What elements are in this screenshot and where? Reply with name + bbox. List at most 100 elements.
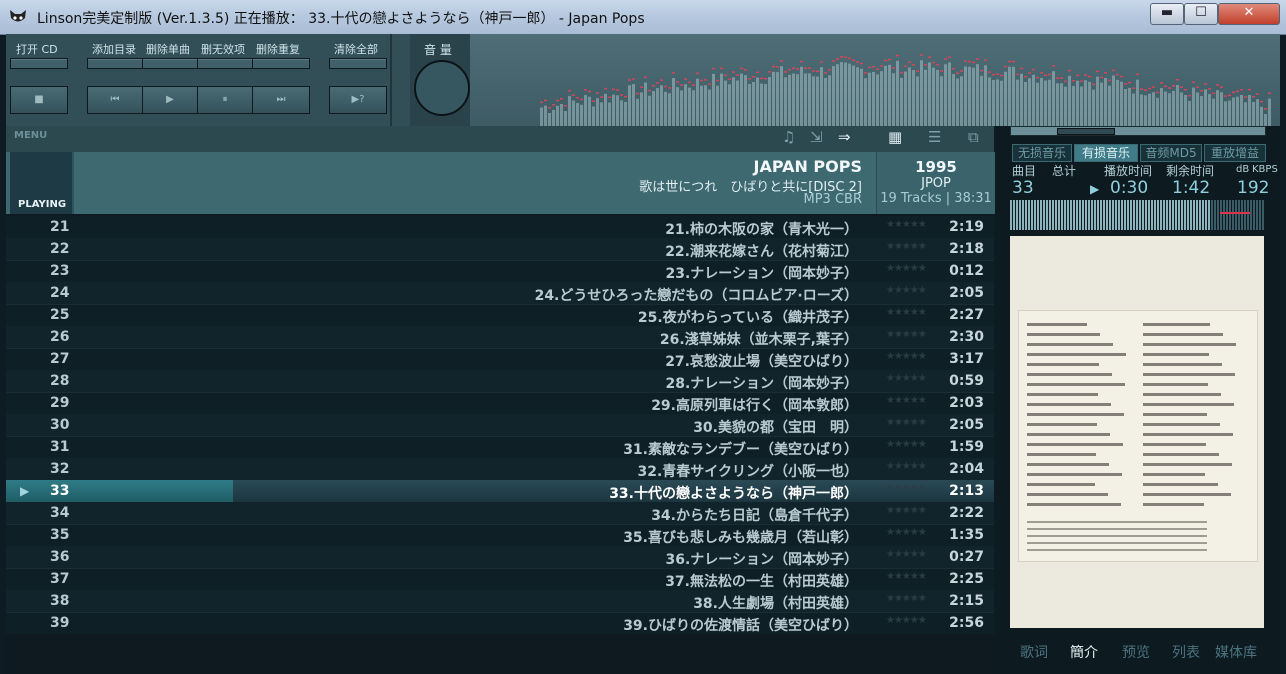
seek-thumb[interactable] bbox=[1057, 128, 1115, 135]
rating-stars-icon[interactable]: ★★★★★ bbox=[886, 483, 927, 494]
window-mode-icon[interactable]: ⧉ bbox=[968, 128, 979, 146]
table-row[interactable]: 29 29.高原列車は行く（岡本敦郎） ★★★★★ 2:03 bbox=[6, 392, 994, 415]
del-invalid-button[interactable] bbox=[197, 58, 253, 69]
cover-text-line bbox=[1027, 373, 1112, 376]
table-row[interactable]: 38 38.人生劇場（村田英雄） ★★★★★ 2:15 bbox=[6, 590, 994, 613]
tab-library[interactable]: 媒体库 bbox=[1215, 642, 1257, 662]
rating-stars-icon[interactable]: ★★★★★ bbox=[886, 571, 927, 582]
spectrum-peak bbox=[1216, 84, 1219, 86]
menu-tab[interactable]: MENU bbox=[14, 130, 47, 141]
clear-all-button[interactable] bbox=[329, 58, 387, 69]
table-row[interactable]: 28 28.ナレーション（岡本妙子） ★★★★★ 0:59 bbox=[6, 370, 994, 393]
table-row[interactable]: 26 26.淺草姊妹（並木栗子,葉子） ★★★★★ 2:30 bbox=[6, 326, 994, 349]
sequential-mode-icon[interactable]: ⇒ bbox=[838, 128, 851, 146]
minimize-button[interactable]: ▬ bbox=[1150, 3, 1184, 25]
tab-md5[interactable]: 音频MD5 bbox=[1140, 144, 1202, 162]
tab-preview[interactable]: 预览 bbox=[1122, 642, 1150, 662]
cover-text-line bbox=[1143, 323, 1210, 326]
close-button[interactable]: ✕ bbox=[1218, 3, 1280, 25]
spectrum-peak bbox=[1084, 74, 1087, 76]
meter-segment bbox=[1025, 200, 1027, 230]
spectrum-bar bbox=[820, 67, 823, 126]
rating-stars-icon[interactable]: ★★★★★ bbox=[886, 307, 927, 318]
prev-button[interactable]: ⏮ bbox=[87, 86, 143, 114]
track-number: 35 bbox=[50, 527, 70, 543]
spectrum-peak bbox=[1224, 95, 1227, 97]
table-row[interactable]: 23 23.ナレーション（岡本妙子） ★★★★★ 0:12 bbox=[6, 260, 994, 283]
spectrum-bar bbox=[972, 67, 975, 126]
table-row[interactable]: 36 36.ナレーション（岡本妙子） ★★★★★ 0:27 bbox=[6, 546, 994, 569]
rating-stars-icon[interactable]: ★★★★★ bbox=[886, 549, 927, 560]
table-row[interactable]: 34 34.からたち日記（島倉千代子） ★★★★★ 2:22 bbox=[6, 502, 994, 525]
open-cd-button[interactable] bbox=[10, 58, 68, 69]
spectrum-peak bbox=[1000, 74, 1003, 77]
spectrum-bar bbox=[1084, 80, 1087, 126]
add-dir-button[interactable] bbox=[87, 58, 143, 69]
tab-lossless[interactable]: 无损音乐 bbox=[1012, 144, 1072, 162]
spectrum-bar bbox=[1208, 94, 1211, 126]
spectrum-peak bbox=[1204, 83, 1207, 85]
spectrum-bar bbox=[596, 98, 599, 126]
toolbar: 打开 CD ■ 添加目录 删除单曲 删无效项 删除重复 ⏮ ▶ ⏸ ⏭ 清除全部… bbox=[6, 34, 1280, 126]
rating-stars-icon[interactable]: ★★★★★ bbox=[886, 329, 927, 340]
export-icon[interactable]: ⇲ bbox=[810, 128, 823, 146]
next-button[interactable]: ⏭ bbox=[252, 86, 310, 114]
rating-stars-icon[interactable]: ★★★★★ bbox=[886, 505, 927, 516]
spectrum-bar bbox=[796, 74, 799, 126]
table-row[interactable]: 27 27.哀愁波止場（美空ひばり） ★★★★★ 3:17 bbox=[6, 348, 994, 371]
random-play-button[interactable]: ▶? bbox=[329, 86, 387, 114]
play-button[interactable]: ▶ bbox=[142, 86, 198, 114]
rating-stars-icon[interactable]: ★★★★★ bbox=[886, 593, 927, 604]
spectrum-bar bbox=[704, 85, 707, 126]
table-row[interactable]: 30 30.美貌の都（宝田 明） ★★★★★ 2:05 bbox=[6, 414, 994, 437]
table-row[interactable]: 37 37.無法松の一生（村田英雄） ★★★★★ 2:25 bbox=[6, 568, 994, 591]
music-note-icon[interactable]: ♫ bbox=[782, 128, 795, 146]
spectrum-peak bbox=[848, 57, 851, 60]
table-row[interactable]: 31 31.素敵なランデブー（美空ひばり） ★★★★★ 1:59 bbox=[6, 436, 994, 459]
rating-stars-icon[interactable]: ★★★★★ bbox=[886, 241, 927, 252]
table-row[interactable]: 21 21.柿の木阪の家（青木光一） ★★★★★ 2:19 bbox=[6, 216, 994, 239]
pause-button[interactable]: ⏸ bbox=[197, 86, 253, 114]
spectrum-bar bbox=[1060, 83, 1063, 126]
rating-stars-icon[interactable]: ★★★★★ bbox=[886, 439, 927, 450]
volume-knob[interactable] bbox=[414, 60, 470, 116]
rating-stars-icon[interactable]: ★★★★★ bbox=[886, 373, 927, 384]
rating-stars-icon[interactable]: ★★★★★ bbox=[886, 263, 927, 274]
spectrum-peak bbox=[856, 61, 859, 63]
rating-stars-icon[interactable]: ★★★★★ bbox=[886, 219, 927, 230]
spectrum-peak bbox=[720, 67, 723, 70]
rating-stars-icon[interactable]: ★★★★★ bbox=[886, 395, 927, 406]
maximize-button[interactable]: ☐ bbox=[1184, 3, 1218, 25]
rating-stars-icon[interactable]: ★★★★★ bbox=[886, 615, 927, 626]
tab-lyrics[interactable]: 歌词 bbox=[1020, 642, 1048, 662]
table-row[interactable]: 24 24.どうせひろった戀だもの（コロムビア·ローズ） ★★★★★ 2:05 bbox=[6, 282, 994, 305]
meter-segment bbox=[1055, 200, 1057, 230]
table-row[interactable]: 32 32.青春サイクリング（小阪一也） ★★★★★ 2:04 bbox=[6, 458, 994, 481]
rating-stars-icon[interactable]: ★★★★★ bbox=[886, 351, 927, 362]
rating-stars-icon[interactable]: ★★★★★ bbox=[886, 461, 927, 472]
spectrum-bar bbox=[1256, 99, 1259, 126]
table-row[interactable]: 35 35.喜びも悲しみも幾歳月（若山彰） ★★★★★ 1:35 bbox=[6, 524, 994, 547]
grid-view-icon[interactable]: ▦ bbox=[888, 128, 902, 146]
rating-stars-icon[interactable]: ★★★★★ bbox=[886, 285, 927, 296]
seek-bar[interactable] bbox=[1010, 126, 1266, 136]
del-single-button[interactable] bbox=[142, 58, 198, 69]
table-row[interactable]: 39 39.ひばりの佐渡情話（美空ひばり） ★★★★★ 2:56 bbox=[6, 612, 994, 635]
cover-footer-line bbox=[1027, 528, 1207, 530]
tab-intro[interactable]: 簡介 bbox=[1070, 642, 1098, 662]
del-dup-button[interactable] bbox=[252, 58, 310, 69]
rating-stars-icon[interactable]: ★★★★★ bbox=[886, 527, 927, 538]
tab-list[interactable]: 列表 bbox=[1172, 642, 1200, 662]
spectrum-peak bbox=[1032, 68, 1035, 71]
tab-lossy[interactable]: 有损音乐 bbox=[1074, 144, 1138, 162]
list-view-icon[interactable]: ☰ bbox=[928, 128, 941, 146]
table-row[interactable]: 22 22.潮来花嫁さん（花村菊江） ★★★★★ 2:18 bbox=[6, 238, 994, 261]
rating-stars-icon[interactable]: ★★★★★ bbox=[886, 417, 927, 428]
table-row-current[interactable]: ▶ 33 33.十代の戀よさようなら（神戸一郎） ★★★★★ 2:13 bbox=[6, 480, 994, 503]
spectrum-bar bbox=[956, 78, 959, 126]
tab-replaygain[interactable]: 重放增益 bbox=[1204, 144, 1266, 162]
playing-tab[interactable]: PLAYING bbox=[10, 152, 74, 214]
table-row[interactable]: 25 25.夜がわらっている（織井茂子） ★★★★★ 2:27 bbox=[6, 304, 994, 327]
stop-button[interactable]: ■ bbox=[10, 86, 68, 114]
meter-segment bbox=[1220, 200, 1222, 230]
